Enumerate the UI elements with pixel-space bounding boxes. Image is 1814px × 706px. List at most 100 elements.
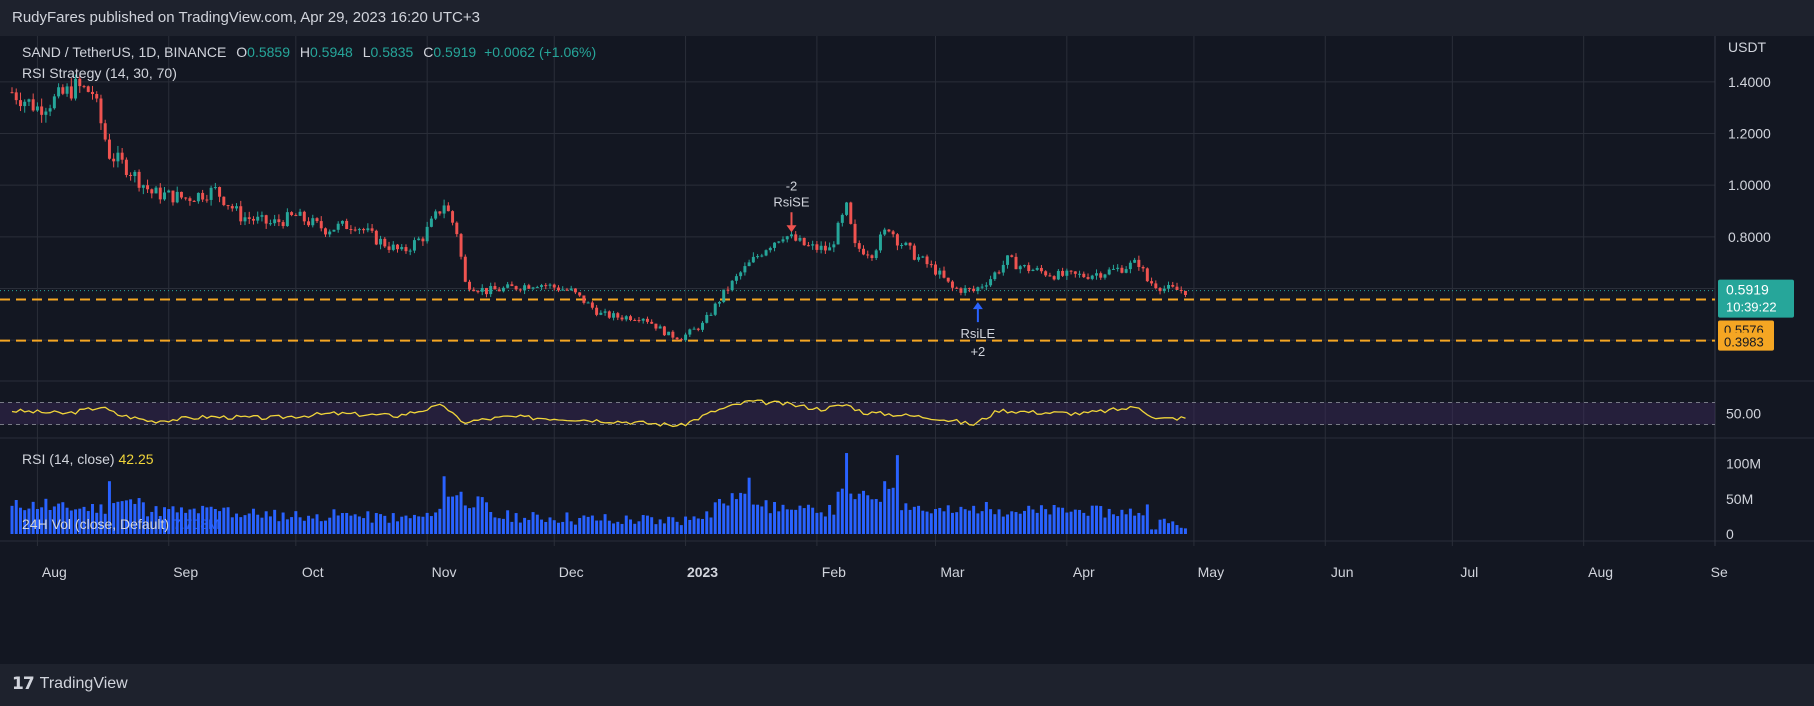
volume-bar — [1001, 516, 1005, 534]
volume-bar — [353, 514, 357, 534]
volume-bar — [616, 521, 620, 534]
candle-body — [815, 244, 819, 250]
candle-body — [963, 288, 967, 293]
candle-body — [929, 264, 933, 266]
volume-bar — [582, 515, 586, 534]
candle-body — [862, 248, 865, 255]
volume-bar — [908, 509, 912, 534]
volume-bar — [1167, 523, 1170, 534]
candle-body — [989, 279, 993, 286]
candle-body — [141, 185, 145, 188]
candle-body — [459, 234, 463, 257]
candle-body — [764, 250, 768, 256]
candle-body — [1035, 267, 1039, 270]
volume-bar — [349, 515, 353, 534]
volume-bar — [959, 506, 963, 534]
candle-body — [1014, 256, 1018, 270]
volume-bar — [789, 509, 793, 534]
candle-body — [1167, 284, 1170, 289]
candle-body — [535, 287, 539, 289]
volume-bar — [1141, 515, 1145, 534]
low-label: L — [362, 44, 371, 60]
candle-body — [99, 98, 103, 124]
volume-bar — [497, 518, 501, 534]
volume-bar — [743, 493, 747, 534]
candle-body — [260, 215, 264, 217]
candle-body — [69, 86, 73, 99]
volume-bar — [828, 504, 832, 534]
rsi-name: RSI (14, close) — [22, 451, 115, 467]
volume-bar — [383, 515, 387, 534]
volume-bar — [1095, 505, 1098, 534]
candle-body — [1022, 265, 1026, 267]
candle-body — [1006, 255, 1010, 265]
candle-body — [853, 223, 857, 244]
volume-bar — [696, 518, 700, 534]
candle-body — [777, 241, 781, 243]
candle-body — [230, 206, 234, 209]
candle-body — [798, 237, 802, 241]
volume-bar — [989, 509, 993, 534]
volume-bar — [980, 511, 984, 534]
annotation-label: RsiLE — [961, 326, 996, 341]
open-label: O — [236, 44, 248, 60]
volume-bar — [408, 518, 412, 534]
volume-bar — [976, 513, 980, 534]
volume-bar — [1069, 511, 1073, 534]
annotation-label: RsiSE — [773, 194, 809, 209]
candle-body — [340, 220, 344, 224]
candle-body — [781, 239, 785, 242]
candle-body — [794, 234, 798, 241]
rsi-pane — [0, 399, 1715, 428]
candle-body — [667, 331, 671, 336]
volume-bar — [887, 488, 891, 534]
candle-body — [518, 289, 522, 291]
candle-body — [637, 320, 641, 322]
candle-body — [48, 108, 52, 112]
volume-tick-label: 0 — [1726, 526, 1734, 542]
volume-bar — [1183, 528, 1187, 534]
candle-body — [336, 223, 340, 230]
candle-body — [760, 255, 764, 257]
tradingview-brand[interactable]: 𝟭𝟳 TradingView — [12, 674, 128, 694]
candle-body — [61, 87, 65, 94]
candle-body — [1183, 290, 1187, 295]
candle-body — [243, 217, 247, 222]
candle-body — [1065, 270, 1069, 276]
volume-bar — [578, 517, 582, 534]
volume-bar — [590, 515, 594, 534]
volume-bar — [239, 517, 243, 534]
volume-bar — [624, 515, 628, 534]
volume-bar — [1061, 507, 1065, 534]
candle-body — [493, 286, 497, 290]
volume-bar — [777, 511, 781, 534]
volume-bar — [230, 517, 234, 534]
candle-body — [675, 337, 679, 340]
volume-bar — [514, 513, 518, 534]
volume-bar — [756, 504, 760, 534]
rsi-legend: RSI (14, close) 42.25 — [22, 451, 154, 467]
candle-body — [887, 229, 891, 232]
candle-body — [184, 197, 188, 199]
volume-bar — [328, 517, 332, 534]
chart-area[interactable]: -2RsiSE RsiLE +2 USDT 1.4000 1.2000 1.0000 0.8… — [0, 36, 1814, 664]
candle-body — [484, 287, 488, 295]
candle-body — [1027, 265, 1031, 272]
volume-bar — [518, 522, 522, 534]
volume-bar — [434, 512, 438, 534]
volume-bar — [540, 519, 544, 534]
candle-body — [679, 339, 683, 341]
volume-bar — [815, 512, 819, 534]
volume-bar — [684, 516, 688, 534]
candle-body — [828, 247, 832, 251]
candle-body — [514, 286, 518, 290]
volume-bar — [662, 523, 666, 534]
volume-bar — [1103, 517, 1107, 534]
candle-body — [895, 234, 899, 246]
candle-body — [107, 139, 111, 159]
candle-body — [582, 295, 586, 303]
candle-body — [1073, 271, 1077, 274]
volume-bar — [768, 513, 772, 534]
volume-bar — [658, 519, 662, 534]
volume-bar — [963, 509, 967, 534]
